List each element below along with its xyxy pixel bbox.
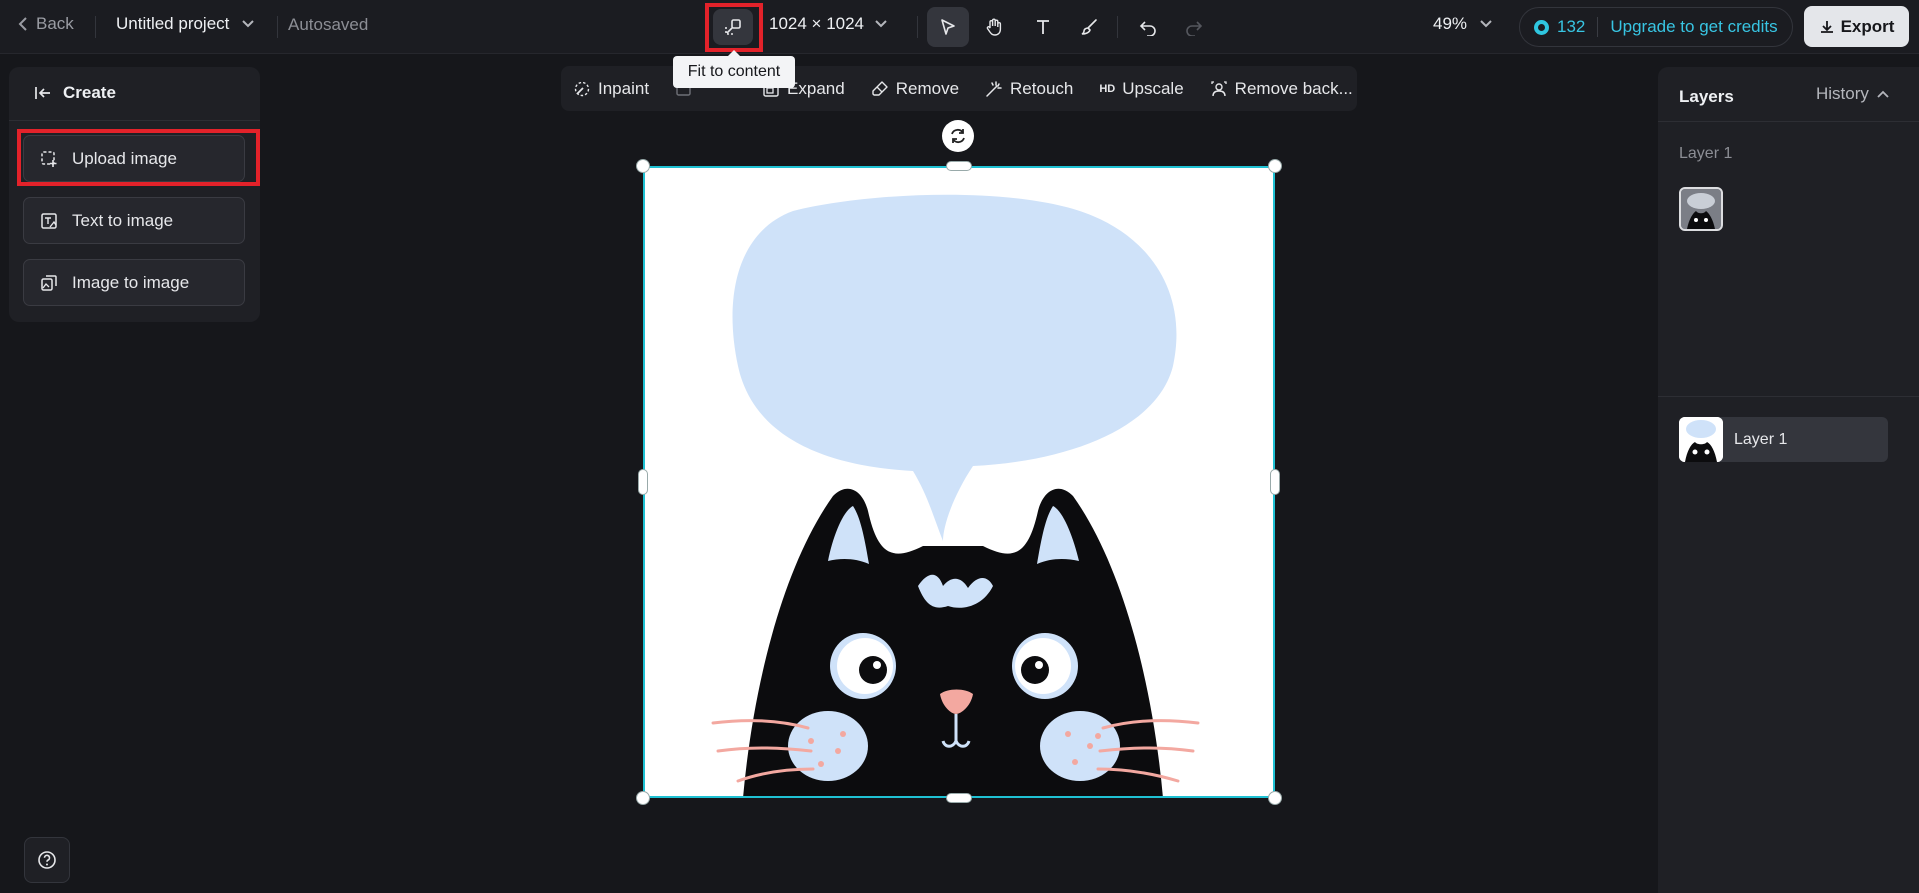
remove-label: Remove [895, 78, 960, 98]
zoom-dropdown[interactable]: 49% [1433, 14, 1493, 34]
top-bar: Back Untitled project Autosaved 1024 × 1… [0, 0, 1919, 54]
project-title-dropdown[interactable]: Untitled project [116, 14, 255, 34]
upgrade-link[interactable]: Upgrade to get credits [1610, 17, 1777, 37]
image-to-image-label: Image to image [72, 272, 190, 292]
retouch-label: Retouch [1010, 78, 1074, 98]
layers-tab[interactable]: Layers [1679, 87, 1734, 107]
layer-thumbnail-image [1681, 189, 1721, 229]
hand-tool-button[interactable] [973, 7, 1015, 47]
redo-icon [1186, 21, 1203, 36]
upscale-label: Upscale [1122, 78, 1184, 98]
remove-background-button[interactable]: Remove back... [1210, 79, 1353, 99]
hand-icon [986, 18, 1002, 36]
cat-speech-bubble-illustration [711, 194, 1200, 798]
project-title: Untitled project [116, 14, 230, 33]
canvas-size-dropdown[interactable]: 1024 × 1024 [769, 14, 888, 34]
remove-button[interactable]: Remove [871, 79, 959, 99]
rotate-icon [951, 128, 965, 144]
resize-handle-bottom[interactable] [946, 793, 972, 803]
inpaint-icon [574, 81, 590, 96]
create-panel: Create Upload image Text to image Image … [9, 67, 260, 322]
resize-handle-bottom-right[interactable] [1268, 791, 1282, 805]
zoom-value: 49% [1433, 14, 1468, 33]
brush-tool-button[interactable] [1068, 7, 1110, 47]
eraser-icon [872, 80, 888, 96]
inpaint-label: Inpaint [598, 78, 650, 98]
create-header[interactable]: Create [35, 83, 116, 103]
history-label: History [1816, 84, 1869, 103]
expand-label: Expand [787, 78, 845, 98]
chevron-down-icon [242, 20, 255, 28]
text-to-image-label: Text to image [72, 210, 174, 230]
chevron-left-icon [18, 17, 27, 31]
text-icon [1037, 20, 1049, 34]
text-to-image-icon [41, 212, 57, 229]
divider [917, 16, 918, 38]
cursor-arrow-icon [941, 19, 955, 35]
credit-coin-icon [1534, 19, 1549, 35]
chevron-down-icon [1480, 20, 1492, 28]
divider [1597, 17, 1599, 37]
canvas-area[interactable] [636, 159, 1282, 805]
layer-name: Layer 1 [1734, 430, 1788, 448]
create-title: Create [63, 83, 116, 102]
image-to-image-icon [41, 274, 57, 291]
resize-handle-right[interactable] [1270, 469, 1280, 495]
divider [277, 16, 278, 38]
layer-row[interactable]: Layer 1 [1679, 417, 1888, 462]
divider [95, 16, 96, 38]
layers-panel: Layers History Layer 1 Layer 1 [1658, 67, 1919, 893]
chevron-down-icon [875, 20, 887, 28]
divider [1658, 396, 1919, 397]
canvas-size-value: 1024 × 1024 [769, 14, 865, 33]
brush-icon [1081, 19, 1097, 35]
highlight-box [705, 3, 763, 52]
highlight-box [17, 129, 260, 186]
download-icon [1820, 20, 1833, 33]
rotate-handle[interactable] [942, 120, 974, 152]
help-icon [38, 851, 56, 869]
layer-thumbnail-image [1679, 417, 1723, 462]
layer-preview-thumbnail[interactable] [1679, 187, 1723, 231]
autosave-status: Autosaved [288, 15, 369, 34]
retouch-button[interactable]: Retouch [985, 79, 1073, 99]
chevron-up-icon [1877, 90, 1889, 98]
back-button[interactable]: Back [18, 14, 74, 34]
upscale-button[interactable]: HD Upscale [1099, 79, 1183, 99]
history-toggle[interactable]: History [1816, 84, 1889, 104]
undo-icon [1139, 21, 1156, 36]
magic-wand-icon [986, 80, 1002, 97]
canvas-image[interactable] [643, 166, 1275, 798]
hd-icon: HD [1099, 82, 1116, 95]
divider [9, 120, 260, 121]
select-tool-button[interactable] [927, 7, 969, 47]
divider [1117, 16, 1118, 38]
resize-handle-top-right[interactable] [1268, 159, 1282, 173]
undo-button[interactable] [1127, 7, 1169, 47]
credits-count: 132 [1557, 17, 1586, 36]
inpaint-button[interactable]: Inpaint [573, 79, 649, 99]
layer-group-label: Layer 1 [1679, 145, 1733, 162]
text-tool-button[interactable] [1022, 7, 1064, 47]
export-button[interactable]: Export [1804, 6, 1909, 47]
fit-to-content-tooltip: Fit to content [673, 50, 795, 88]
remove-background-label: Remove back... [1234, 78, 1353, 98]
export-label: Export [1840, 16, 1895, 36]
layer-thumbnail [1679, 417, 1723, 462]
resize-handle-left[interactable] [638, 469, 648, 495]
person-remove-bg-icon [1211, 80, 1227, 96]
help-button[interactable] [24, 837, 70, 883]
image-to-image-button[interactable]: Image to image [23, 259, 245, 306]
divider [1658, 121, 1919, 122]
redo-button[interactable] [1173, 7, 1215, 47]
credits-bar[interactable]: 132 Upgrade to get credits [1519, 7, 1793, 47]
resize-handle-top[interactable] [946, 161, 972, 171]
resize-handle-bottom-left[interactable] [636, 791, 650, 805]
text-to-image-button[interactable]: Text to image [23, 197, 245, 244]
resize-handle-top-left[interactable] [636, 159, 650, 173]
back-label: Back [36, 14, 74, 33]
collapse-left-icon [35, 87, 50, 99]
